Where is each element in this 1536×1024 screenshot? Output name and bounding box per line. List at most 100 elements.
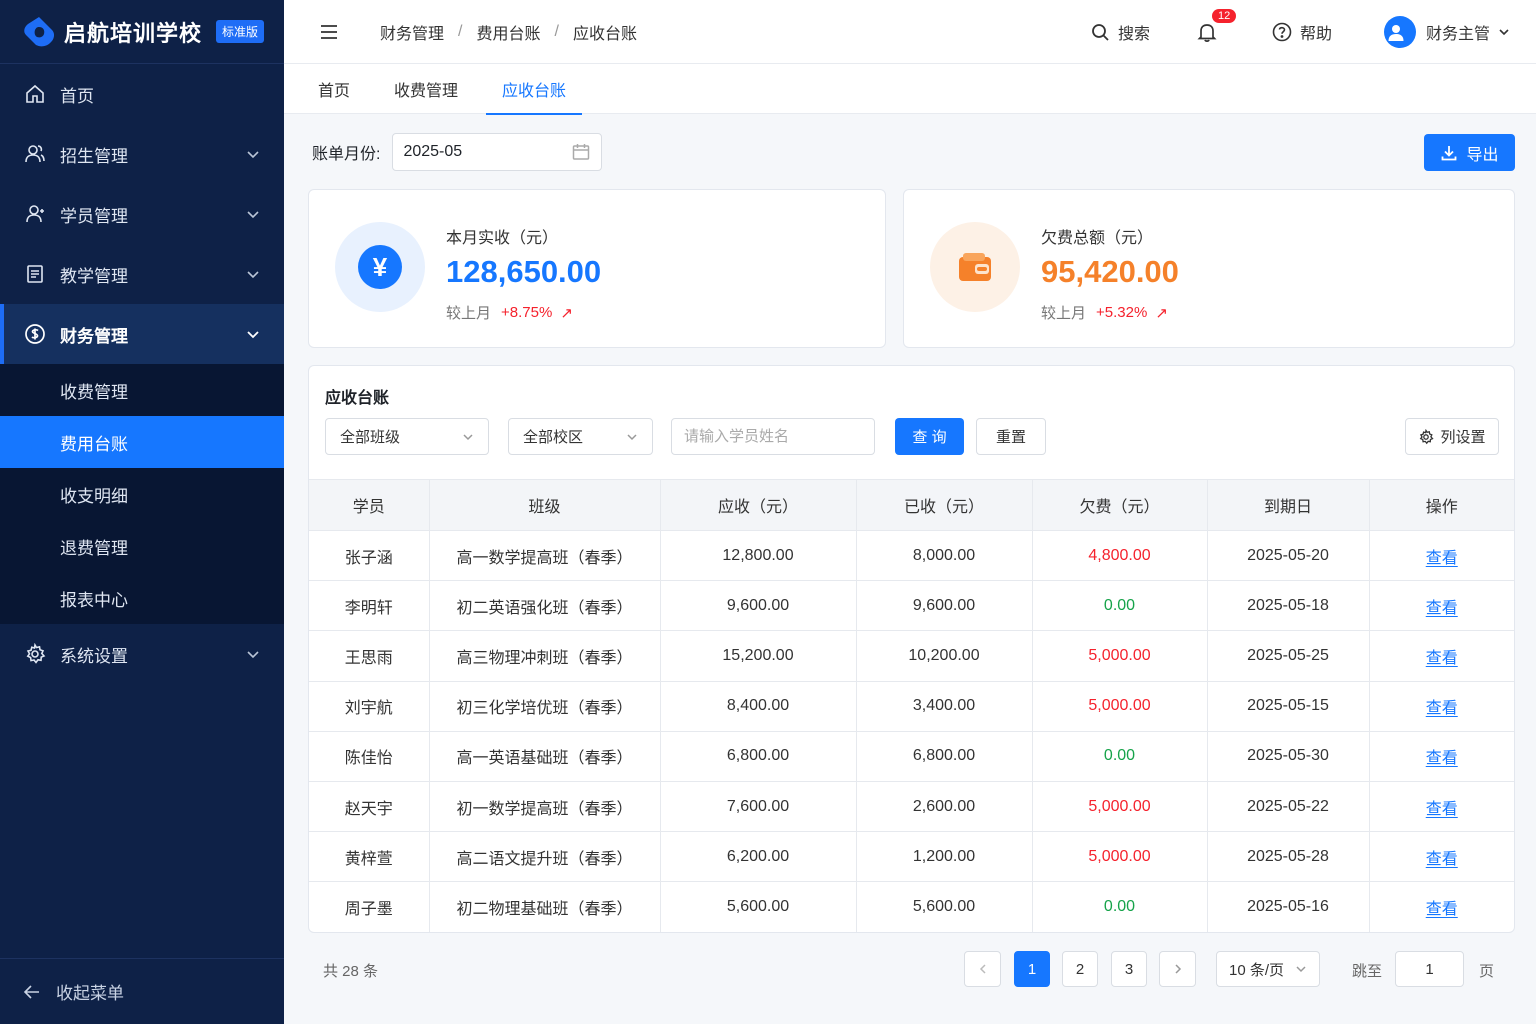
tab-home[interactable]: 首页 (302, 64, 366, 114)
view-link[interactable]: 查看 (1426, 650, 1458, 667)
cell-student: 张子涵 (309, 530, 430, 582)
chevron-down-icon (247, 271, 259, 279)
user-avatar-icon (1388, 24, 1404, 41)
finance-submenu: 收费管理 费用台账 收支明细 退费管理 报表中心 (0, 364, 284, 624)
column-header-paid: 已收（元） (856, 479, 1033, 531)
view-link[interactable]: 查看 (1426, 851, 1458, 868)
help-icon (1272, 22, 1292, 41)
breadcrumb-separator: / (458, 22, 463, 40)
search-button[interactable]: 搜索 (1090, 20, 1150, 44)
submenu-item-income-expense[interactable]: 收支明细 (0, 468, 284, 520)
table-row: 张子涵 高一数学提高班（春季） 12,800.00 8,000.00 4,800.00 2… (309, 530, 1514, 582)
student-name-input[interactable] (671, 418, 875, 455)
cell-class: 高一英语基础班（春季） (429, 731, 661, 782)
help-button[interactable]: 帮助 (1272, 20, 1332, 44)
cell-paid: 2,600.00 (856, 781, 1033, 833)
view-link[interactable]: 查看 (1426, 901, 1458, 918)
page-tabs: 首页 收费管理 应收台账 (284, 64, 1536, 115)
table-row: 黄梓萱 高二语文提升班（春季） 6,200.00 1,200.00 5,000.00 20… (309, 831, 1514, 883)
table-row: 王思雨 高三物理冲刺班（春季） 15,200.00 10,200.00 5,000.00… (309, 630, 1514, 682)
cell-action: 查看 (1369, 831, 1514, 883)
sidebar-item-home[interactable]: 首页 (0, 64, 284, 124)
view-link[interactable]: 查看 (1426, 750, 1458, 767)
notification-badge: 12 (1211, 8, 1237, 23)
table-row: 陈佳怡 高一英语基础班（春季） 6,800.00 6,800.00 0.00 2025-0… (309, 731, 1514, 782)
cell-due-date: 2025-05-28 (1207, 831, 1370, 883)
received-label: 本月实收（元） (446, 230, 559, 247)
bell-icon (1197, 23, 1217, 42)
compare-label: 较上月 (446, 305, 492, 322)
cell-paid: 1,200.00 (856, 831, 1033, 883)
submenu-item-fee-management[interactable]: 收费管理 (0, 364, 284, 416)
submenu-item-refunds[interactable]: 退费管理 (0, 520, 284, 572)
brand: 启航培训学校 标准版 (0, 0, 284, 64)
sidebar-item-enrollment[interactable]: 招生管理 (0, 124, 284, 184)
month-filter: 账单月份: 2025-05 (312, 133, 603, 171)
month-value: 2025-05 (403, 143, 463, 160)
panel-title: 应收台账 (325, 390, 390, 407)
view-link[interactable]: 查看 (1426, 550, 1458, 567)
sidebar-item-label: 财务管理 (60, 326, 128, 346)
sidebar-item-finance[interactable]: 财务管理 (0, 304, 284, 364)
sidebar-item-teaching[interactable]: 教学管理 (0, 244, 284, 304)
change-percent: +5.32% (1096, 304, 1148, 321)
campus-select[interactable]: 全部校区 (508, 418, 653, 455)
collapse-menu-button[interactable]: 收起菜单 (0, 958, 284, 1024)
hamburger-menu-icon[interactable] (318, 21, 340, 43)
arrears-icon-bg (930, 222, 1020, 312)
arrears-label: 欠费总额（元） (1041, 230, 1154, 247)
query-button[interactable]: 查 询 (895, 418, 964, 455)
column-header-action: 操作 (1369, 479, 1514, 531)
campus-select-value: 全部校区 (523, 429, 584, 446)
month-picker[interactable]: 2025-05 (392, 133, 603, 171)
chevron-down-icon (247, 331, 259, 339)
trend-up-icon: ↗ (560, 304, 573, 322)
cell-due-date: 2025-05-30 (1207, 731, 1370, 782)
tab-fee-management[interactable]: 收费管理 (378, 64, 474, 114)
page-suffix-label: 页 (1479, 963, 1495, 980)
column-settings-label: 列设置 (1440, 429, 1486, 446)
page-size-select[interactable]: 10 条/页 (1216, 951, 1320, 987)
trend-up-icon: ↗ (1155, 304, 1168, 322)
cell-student: 周子墨 (309, 881, 430, 932)
chevron-down-icon (627, 433, 637, 440)
tab-receivables-ledger[interactable]: 应收台账 (486, 64, 583, 115)
view-link[interactable]: 查看 (1426, 801, 1458, 818)
column-settings-button[interactable]: 列设置 (1405, 418, 1499, 455)
view-link[interactable]: 查看 (1426, 700, 1458, 717)
view-link[interactable]: 查看 (1426, 600, 1458, 617)
notification-button[interactable]: 12 (1196, 8, 1237, 43)
change-percent: +8.75% (501, 304, 553, 321)
cell-due-date: 2025-05-22 (1207, 781, 1370, 833)
cell-due: 5,600.00 (660, 881, 857, 932)
reset-button[interactable]: 重置 (976, 418, 1046, 455)
jump-page-input[interactable]: 1 (1395, 951, 1464, 987)
next-page-button[interactable] (1159, 951, 1196, 987)
sidebar-item-settings[interactable]: 系统设置 (0, 624, 284, 684)
sidebar-nav: 首页 招生管理 学员管理 教学管理 财务管理 (0, 64, 284, 364)
cell-due-date: 2025-05-16 (1207, 881, 1370, 932)
prev-page-button[interactable] (964, 951, 1001, 987)
breadcrumb-item[interactable]: 费用台账 (476, 20, 540, 44)
user-menu[interactable]: 财务主管 (1383, 15, 1510, 48)
jump-label: 跳至 (1352, 963, 1383, 980)
page-button-1[interactable]: 1 (1014, 951, 1050, 987)
class-select[interactable]: 全部班级 (325, 418, 489, 455)
page-button-2[interactable]: 2 (1062, 951, 1098, 987)
cell-action: 查看 (1369, 630, 1514, 682)
top-header: 财务管理 / 费用台账 / 应收台账 搜索 12 帮助 财务主管 (284, 0, 1536, 64)
cell-class: 高一数学提高班（春季） (429, 530, 661, 582)
search-icon (1092, 23, 1109, 41)
cell-owed: 0.00 (1032, 580, 1208, 632)
submenu-item-fee-ledger[interactable]: 费用台账 (0, 416, 284, 468)
sidebar-item-students[interactable]: 学员管理 (0, 184, 284, 244)
compare-label: 较上月 (1041, 305, 1087, 322)
export-button[interactable]: 导出 (1424, 134, 1515, 171)
cell-paid: 10,200.00 (856, 630, 1033, 682)
received-value: 128,650.00 (446, 254, 602, 289)
sidebar-item-label: 招生管理 (60, 146, 128, 166)
page-button-3[interactable]: 3 (1111, 951, 1147, 987)
breadcrumb-item[interactable]: 财务管理 (380, 20, 444, 44)
sidebar: 启航培训学校 标准版 首页 招生管理 学员管理 教学管理 财务管理 收费管理 费… (0, 0, 284, 1024)
submenu-item-reports[interactable]: 报表中心 (0, 572, 284, 624)
